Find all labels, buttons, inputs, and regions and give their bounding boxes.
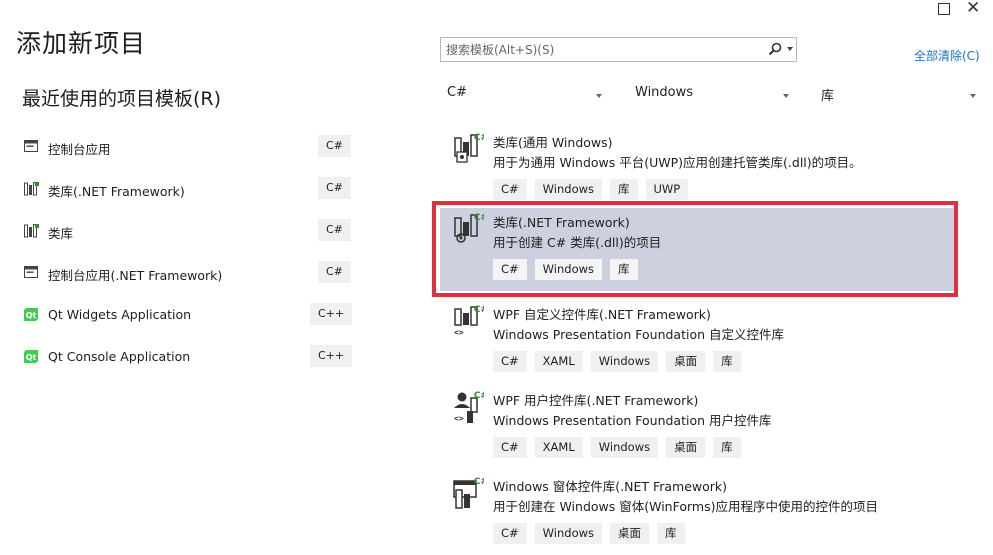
tag: 桌面 bbox=[666, 351, 706, 372]
recent-item-label: Qt Console Application bbox=[48, 349, 191, 364]
tag: UWP bbox=[645, 179, 689, 200]
svg-text:C#: C# bbox=[474, 477, 484, 487]
chevron-down-icon bbox=[783, 94, 789, 98]
template-item[interactable]: C# Windows 窗体控件库(.NET Framework) 用于创建在 W… bbox=[440, 472, 956, 555]
recent-item[interactable]: 控制台应用(.NET Framework) C# bbox=[22, 258, 352, 288]
tag: XAML bbox=[534, 437, 583, 458]
tag: Windows bbox=[590, 437, 659, 458]
language-tag: C# bbox=[318, 177, 351, 199]
language-tag: C++ bbox=[310, 345, 353, 367]
selection-highlight-box bbox=[432, 201, 958, 297]
recent-item-label: 控制台应用 bbox=[48, 142, 111, 157]
tag: Windows bbox=[534, 179, 603, 200]
language-filter-value: C# bbox=[447, 85, 467, 100]
winforms-control-library-icon: C# bbox=[453, 477, 484, 509]
recent-item[interactable]: Qt Qt Widgets Application C++ bbox=[22, 300, 353, 330]
template-item[interactable]: <> C# WPF 用户控件库(.NET Framework) Windows … bbox=[440, 386, 956, 472]
template-tags: C# XAML Windows 桌面 库 bbox=[493, 437, 741, 458]
tag: Windows bbox=[534, 523, 603, 544]
template-name: WPF 自定义控件库(.NET Framework) bbox=[493, 307, 711, 322]
project-type-filter-value: 库 bbox=[821, 89, 835, 104]
tag: C# bbox=[493, 437, 527, 458]
qt-icon: Qt bbox=[24, 308, 38, 321]
svg-text:C#: C# bbox=[474, 133, 484, 143]
recent-item[interactable]: 类库 C# bbox=[22, 216, 352, 246]
tag: C# bbox=[493, 179, 527, 200]
recent-item[interactable]: 类库(.NET Framework) C# bbox=[22, 174, 352, 204]
svg-text:<>: <> bbox=[454, 414, 464, 423]
class-library-icon bbox=[24, 224, 39, 238]
dialog-title: 添加新项目 bbox=[16, 29, 147, 58]
class-library-icon bbox=[24, 182, 39, 196]
clear-all-link[interactable]: 全部清除(C) bbox=[914, 47, 980, 64]
template-name: Windows 窗体控件库(.NET Framework) bbox=[493, 479, 728, 494]
svg-text:C#: C# bbox=[474, 305, 484, 315]
template-name: WPF 用户控件库(.NET Framework) bbox=[493, 393, 699, 408]
tag: XAML bbox=[534, 351, 583, 372]
template-tags: C# Windows 库 UWP bbox=[493, 179, 689, 200]
console-app-icon bbox=[24, 140, 38, 152]
svg-text:C#: C# bbox=[474, 391, 484, 401]
language-tag: C++ bbox=[310, 303, 353, 325]
tag: C# bbox=[493, 351, 527, 372]
recent-item-label: Qt Widgets Application bbox=[48, 307, 192, 322]
template-description: 用于为通用 Windows 平台(UWP)应用创建托管类库(.dll)的项目。 bbox=[493, 155, 862, 170]
close-button[interactable]: ✕ bbox=[966, 0, 980, 18]
template-item[interactable]: <> C# WPF 自定义控件库(.NET Framework) Windows… bbox=[440, 300, 956, 386]
tag: 桌面 bbox=[610, 523, 650, 544]
recent-item-label: 控制台应用(.NET Framework) bbox=[48, 268, 223, 283]
svg-text:Qt: Qt bbox=[26, 311, 37, 320]
recent-item-label: 类库(.NET Framework) bbox=[48, 184, 185, 199]
uwp-class-library-icon: C# bbox=[454, 133, 484, 163]
svg-text:Qt: Qt bbox=[26, 353, 37, 362]
template-tags: C# Windows 桌面 库 bbox=[493, 523, 685, 544]
tag: Windows bbox=[590, 351, 659, 372]
tag: 库 bbox=[657, 523, 685, 544]
wpf-custom-control-library-icon: <> C# bbox=[454, 305, 484, 336]
platform-filter-value: Windows bbox=[635, 85, 694, 100]
recent-item[interactable]: 控制台应用 C# bbox=[22, 132, 352, 162]
search-icon[interactable] bbox=[768, 42, 782, 56]
qt-icon: Qt bbox=[24, 350, 38, 363]
template-description: Windows Presentation Foundation 用户控件库 bbox=[493, 413, 772, 428]
language-filter[interactable]: C# bbox=[447, 85, 607, 107]
tag: 库 bbox=[713, 437, 741, 458]
wpf-user-control-library-icon: <> C# bbox=[454, 391, 484, 423]
platform-filter[interactable]: Windows bbox=[635, 85, 795, 107]
svg-text:<>: <> bbox=[454, 328, 464, 336]
chevron-down-icon[interactable] bbox=[787, 47, 793, 51]
tag: 库 bbox=[610, 179, 638, 200]
template-name: 类库(通用 Windows) bbox=[493, 135, 613, 150]
language-tag: C# bbox=[318, 135, 351, 157]
template-description: Windows Presentation Foundation 自定义控件库 bbox=[493, 327, 784, 342]
recent-templates-heading: 最近使用的项目模板(R) bbox=[22, 88, 222, 110]
recent-item[interactable]: Qt Qt Console Application C++ bbox=[22, 342, 353, 372]
recent-item-label: 类库 bbox=[48, 226, 74, 241]
language-tag: C# bbox=[318, 219, 351, 241]
template-tags: C# XAML Windows 桌面 库 bbox=[493, 351, 741, 372]
language-tag: C# bbox=[318, 261, 351, 283]
chevron-down-icon bbox=[596, 94, 602, 98]
console-app-icon bbox=[24, 266, 38, 278]
project-type-filter[interactable]: 库 bbox=[821, 85, 981, 107]
search-input[interactable] bbox=[441, 38, 751, 61]
tag: 库 bbox=[713, 351, 741, 372]
tag: C# bbox=[493, 523, 527, 544]
search-box[interactable] bbox=[440, 37, 797, 62]
maximize-button[interactable] bbox=[938, 3, 950, 15]
tag: 桌面 bbox=[666, 437, 706, 458]
chevron-down-icon bbox=[970, 94, 976, 98]
template-description: 用于创建在 Windows 窗体(WinForms)应用程序中使用的控件的项目 bbox=[493, 499, 878, 514]
